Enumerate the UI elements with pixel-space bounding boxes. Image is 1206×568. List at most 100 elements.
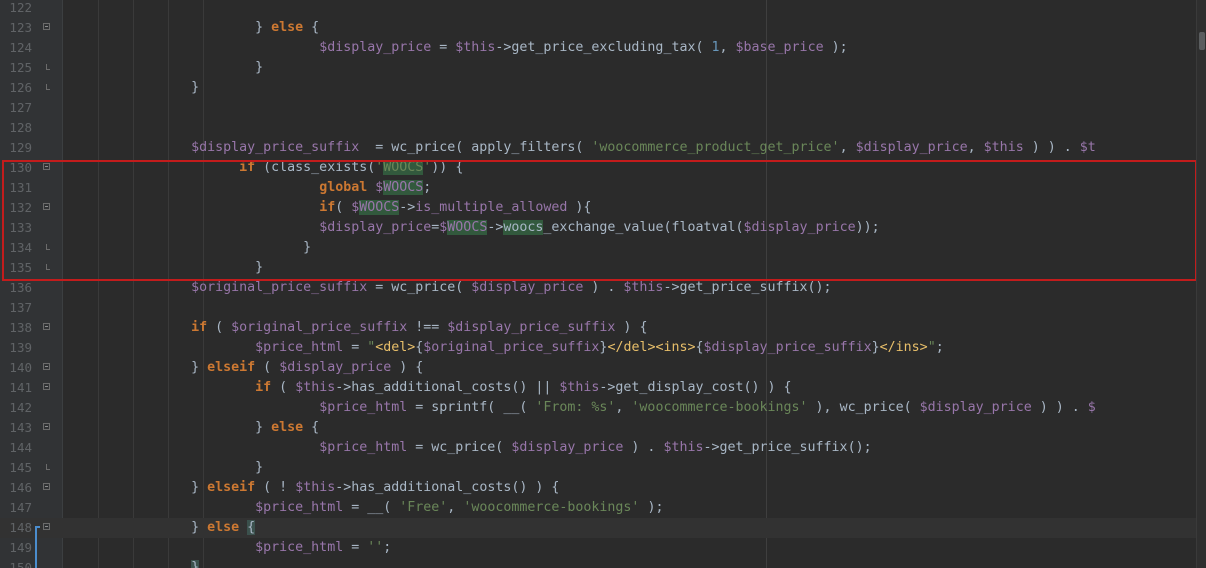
fold-toggle-icon[interactable]: [43, 383, 50, 390]
code-line[interactable]: 128: [0, 118, 1206, 138]
code-token: ( !: [255, 480, 296, 495]
code-line[interactable]: 123 } else {: [0, 18, 1206, 38]
code-token: ){: [567, 200, 592, 215]
code-token: ) {: [391, 360, 424, 375]
code-text[interactable]: global $WOOCS;: [63, 178, 1196, 198]
code-line[interactable]: 138 if ( $original_price_suffix !== $dis…: [0, 318, 1206, 338]
code-text[interactable]: $price_html = sprintf( __( 'From: %s', '…: [63, 398, 1196, 418]
code-token: !==: [407, 320, 448, 335]
code-token: ;: [935, 340, 944, 355]
code-token: <del>: [375, 340, 416, 355]
code-text[interactable]: if ( $original_price_suffix !== $display…: [63, 318, 1196, 338]
code-line[interactable]: 142 $price_html = sprintf( __( 'From: %s…: [0, 398, 1206, 418]
fold-toggle-icon[interactable]: [43, 523, 50, 530]
code-line[interactable]: 148 } else {: [0, 518, 1206, 538]
code-line[interactable]: 141 if ( $this->has_additional_costs() |…: [0, 378, 1206, 398]
code-text[interactable]: $price_html = wc_price( $display_price )…: [63, 438, 1196, 458]
code-line[interactable]: 134 }: [0, 238, 1206, 258]
code-text[interactable]: $price_html = __( 'Free', 'woocommerce-b…: [63, 498, 1196, 518]
code-token: (: [207, 320, 232, 335]
code-line[interactable]: 143 } else {: [0, 418, 1206, 438]
fold-toggle-icon[interactable]: [43, 23, 50, 30]
code-text[interactable]: if ( $this->has_additional_costs() || $t…: [63, 378, 1196, 398]
line-number: 124: [9, 40, 32, 55]
code-line[interactable]: 126 }: [0, 78, 1206, 98]
code-token: = __(: [343, 500, 400, 515]
code-token: WOOCS: [447, 220, 488, 235]
code-text[interactable]: if( $WOOCS->is_multiple_allowed ){: [63, 198, 1196, 218]
line-number: 148: [9, 520, 32, 535]
code-text[interactable]: $display_price=$WOOCS->woocs_exchange_va…: [63, 218, 1196, 238]
code-token: $price_html: [255, 540, 344, 555]
code-token: ,: [719, 40, 736, 55]
code-text[interactable]: }: [63, 258, 1196, 278]
code-token: ) {: [615, 320, 648, 335]
code-line[interactable]: 145 }: [0, 458, 1206, 478]
code-line[interactable]: 149 $price_html = '';: [0, 538, 1206, 558]
code-token: $price_html: [319, 440, 408, 455]
code-text[interactable]: $price_html = '';: [63, 538, 1196, 558]
vertical-scrollbar[interactable]: [1196, 0, 1206, 568]
code-line[interactable]: 135 }: [0, 258, 1206, 278]
code-line[interactable]: 133 $display_price=$WOOCS->woocs_exchang…: [0, 218, 1206, 238]
scroll-thumb[interactable]: [1199, 32, 1205, 50]
code-text[interactable]: $price_html = " <del> {$original_price_suf…: [63, 338, 1196, 358]
fold-toggle-icon[interactable]: [43, 323, 50, 330]
code-line[interactable]: 146 } elseif ( ! $this->has_additional_c…: [0, 478, 1206, 498]
code-text[interactable]: }: [63, 458, 1196, 478]
code-line[interactable]: 125 }: [0, 58, 1206, 78]
code-token: ) .: [623, 440, 664, 455]
fold-toggle-icon[interactable]: [43, 423, 50, 430]
fold-end-icon: [46, 244, 50, 250]
code-token: ), wc_price(: [807, 400, 920, 415]
code-line[interactable]: 139 $price_html = " <del> {$original_price…: [0, 338, 1206, 358]
code-text[interactable]: $display_price = $this->get_price_exclud…: [63, 38, 1196, 58]
code-line[interactable]: 150 }: [0, 558, 1206, 568]
code-text[interactable]: } else {: [63, 18, 1196, 38]
line-number: 122: [9, 0, 32, 15]
code-line[interactable]: 137: [0, 298, 1206, 318]
code-text[interactable]: if (class_exists('WOOCS')) {: [63, 158, 1196, 178]
code-line[interactable]: 140 } elseif ( $display_price ) {: [0, 358, 1206, 378]
code-line[interactable]: 132 if( $WOOCS->is_multiple_allowed ){: [0, 198, 1206, 218]
code-text[interactable]: $original_price_suffix = wc_price( $disp…: [63, 278, 1196, 298]
line-number: 147: [9, 500, 32, 515]
line-number: 144: [9, 440, 32, 455]
code-text[interactable]: }: [63, 558, 1196, 568]
code-line[interactable]: 122: [0, 0, 1206, 18]
code-token: $price_html: [255, 500, 344, 515]
code-text[interactable]: } else {: [63, 518, 1196, 538]
code-token: WOOCS: [383, 160, 424, 175]
code-text[interactable]: }: [63, 58, 1196, 78]
code-line[interactable]: 144 $price_html = wc_price( $display_pri…: [0, 438, 1206, 458]
code-token: ->get_display_cost() ) {: [599, 380, 792, 395]
code-text[interactable]: } else {: [63, 418, 1196, 438]
code-line[interactable]: 130 if (class_exists('WOOCS')) {: [0, 158, 1206, 178]
code-line[interactable]: 136 $original_price_suffix = wc_price( $…: [0, 278, 1206, 298]
fold-toggle-icon[interactable]: [43, 483, 50, 490]
code-token: ->has_additional_costs() ) {: [335, 480, 560, 495]
code-line[interactable]: 129 $display_price_suffix = wc_price( ap…: [0, 138, 1206, 158]
code-token: $display_price: [919, 400, 1032, 415]
code-text[interactable]: } elseif ( ! $this->has_additional_costs…: [63, 478, 1196, 498]
code-editor[interactable]: 122 123 } else {124 $display_price = $thi…: [0, 0, 1206, 568]
code-line[interactable]: 124 $display_price = $this->get_price_ex…: [0, 38, 1206, 58]
code-lines[interactable]: 122 123 } else {124 $display_price = $thi…: [0, 0, 1206, 568]
fold-toggle-icon[interactable]: [43, 203, 50, 210]
code-token: $display_price: [471, 280, 584, 295]
code-text[interactable]: }: [63, 78, 1196, 98]
code-text[interactable]: }: [63, 238, 1196, 258]
line-number: 127: [9, 100, 32, 115]
code-line[interactable]: 127: [0, 98, 1206, 118]
code-text[interactable]: } elseif ( $display_price ) {: [63, 358, 1196, 378]
code-token: $this: [295, 380, 336, 395]
line-number: 129: [9, 140, 32, 155]
fold-toggle-icon[interactable]: [43, 363, 50, 370]
fold-toggle-icon[interactable]: [43, 163, 50, 170]
code-line[interactable]: 147 $price_html = __( 'Free', 'woocommer…: [0, 498, 1206, 518]
code-line[interactable]: 131 global $WOOCS;: [0, 178, 1206, 198]
code-text[interactable]: $display_price_suffix = wc_price( apply_…: [63, 138, 1196, 158]
